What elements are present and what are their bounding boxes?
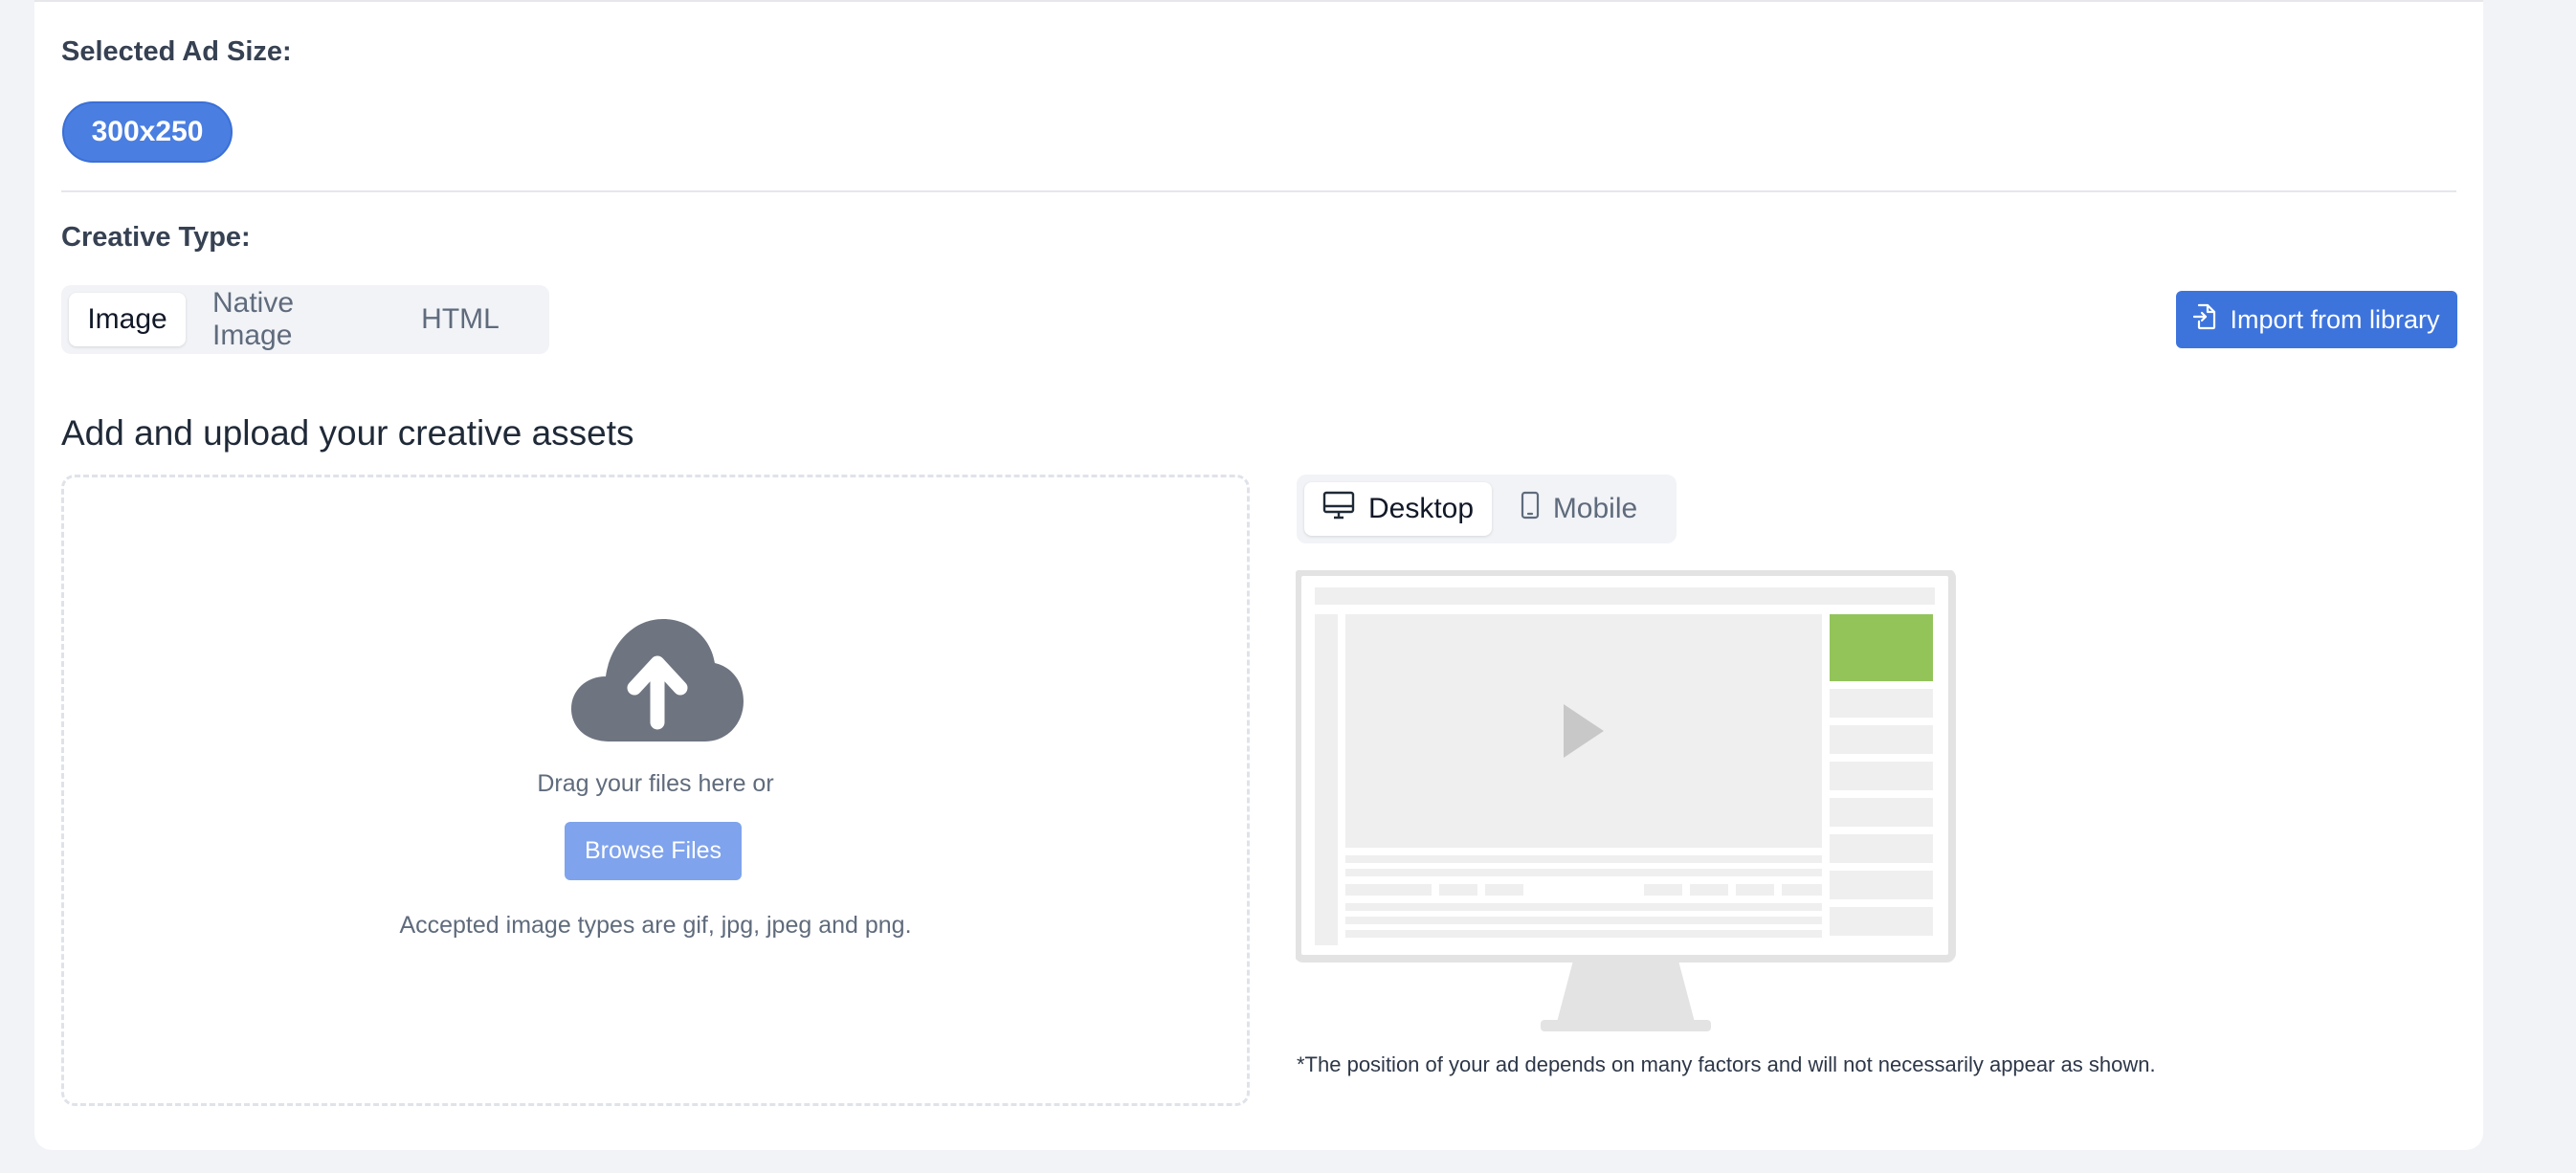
divider [61,190,2456,192]
import-from-library-button[interactable]: Import from library [2176,291,2457,348]
tab-native-image[interactable]: Native Image [191,287,392,351]
device-mobile-tab[interactable]: Mobile [1498,482,1660,536]
selected-ad-size-label: Selected Ad Size: [61,36,292,67]
cloud-upload-icon [571,619,744,741]
desktop-icon [1322,491,1355,527]
file-dropzone[interactable]: Drag your files here or Browse Files Acc… [61,475,1250,1106]
drag-files-text: Drag your files here or [537,770,774,797]
creative-type-tabs: Image Native Image HTML [61,285,549,354]
tab-html[interactable]: HTML [398,293,522,346]
accepted-types-text: Accepted image types are gif, jpg, jpeg … [399,912,912,939]
ad-size-pill[interactable]: 300x250 [62,101,233,163]
browse-files-button[interactable]: Browse Files [565,822,742,880]
mobile-icon [1521,491,1540,527]
import-button-label: Import from library [2230,304,2440,334]
page-gutter [2520,0,2576,1173]
import-file-icon [2193,303,2216,337]
device-toggle: Desktop Mobile [1297,475,1677,543]
position-disclaimer: *The position of your ad depends on many… [1297,1052,2156,1076]
desktop-preview-monitor [1296,570,1956,1031]
ad-slot [1830,614,1933,681]
creative-type-label: Creative Type: [61,222,251,253]
tab-image[interactable]: Image [69,293,186,346]
desktop-label: Desktop [1367,493,1475,524]
upload-heading: Add and upload your creative assets [61,413,634,453]
device-desktop-tab[interactable]: Desktop [1304,482,1492,536]
creative-card: Selected Ad Size: 300x250 Creative Type:… [34,0,2483,1150]
mobile-label: Mobile [1552,493,1638,524]
